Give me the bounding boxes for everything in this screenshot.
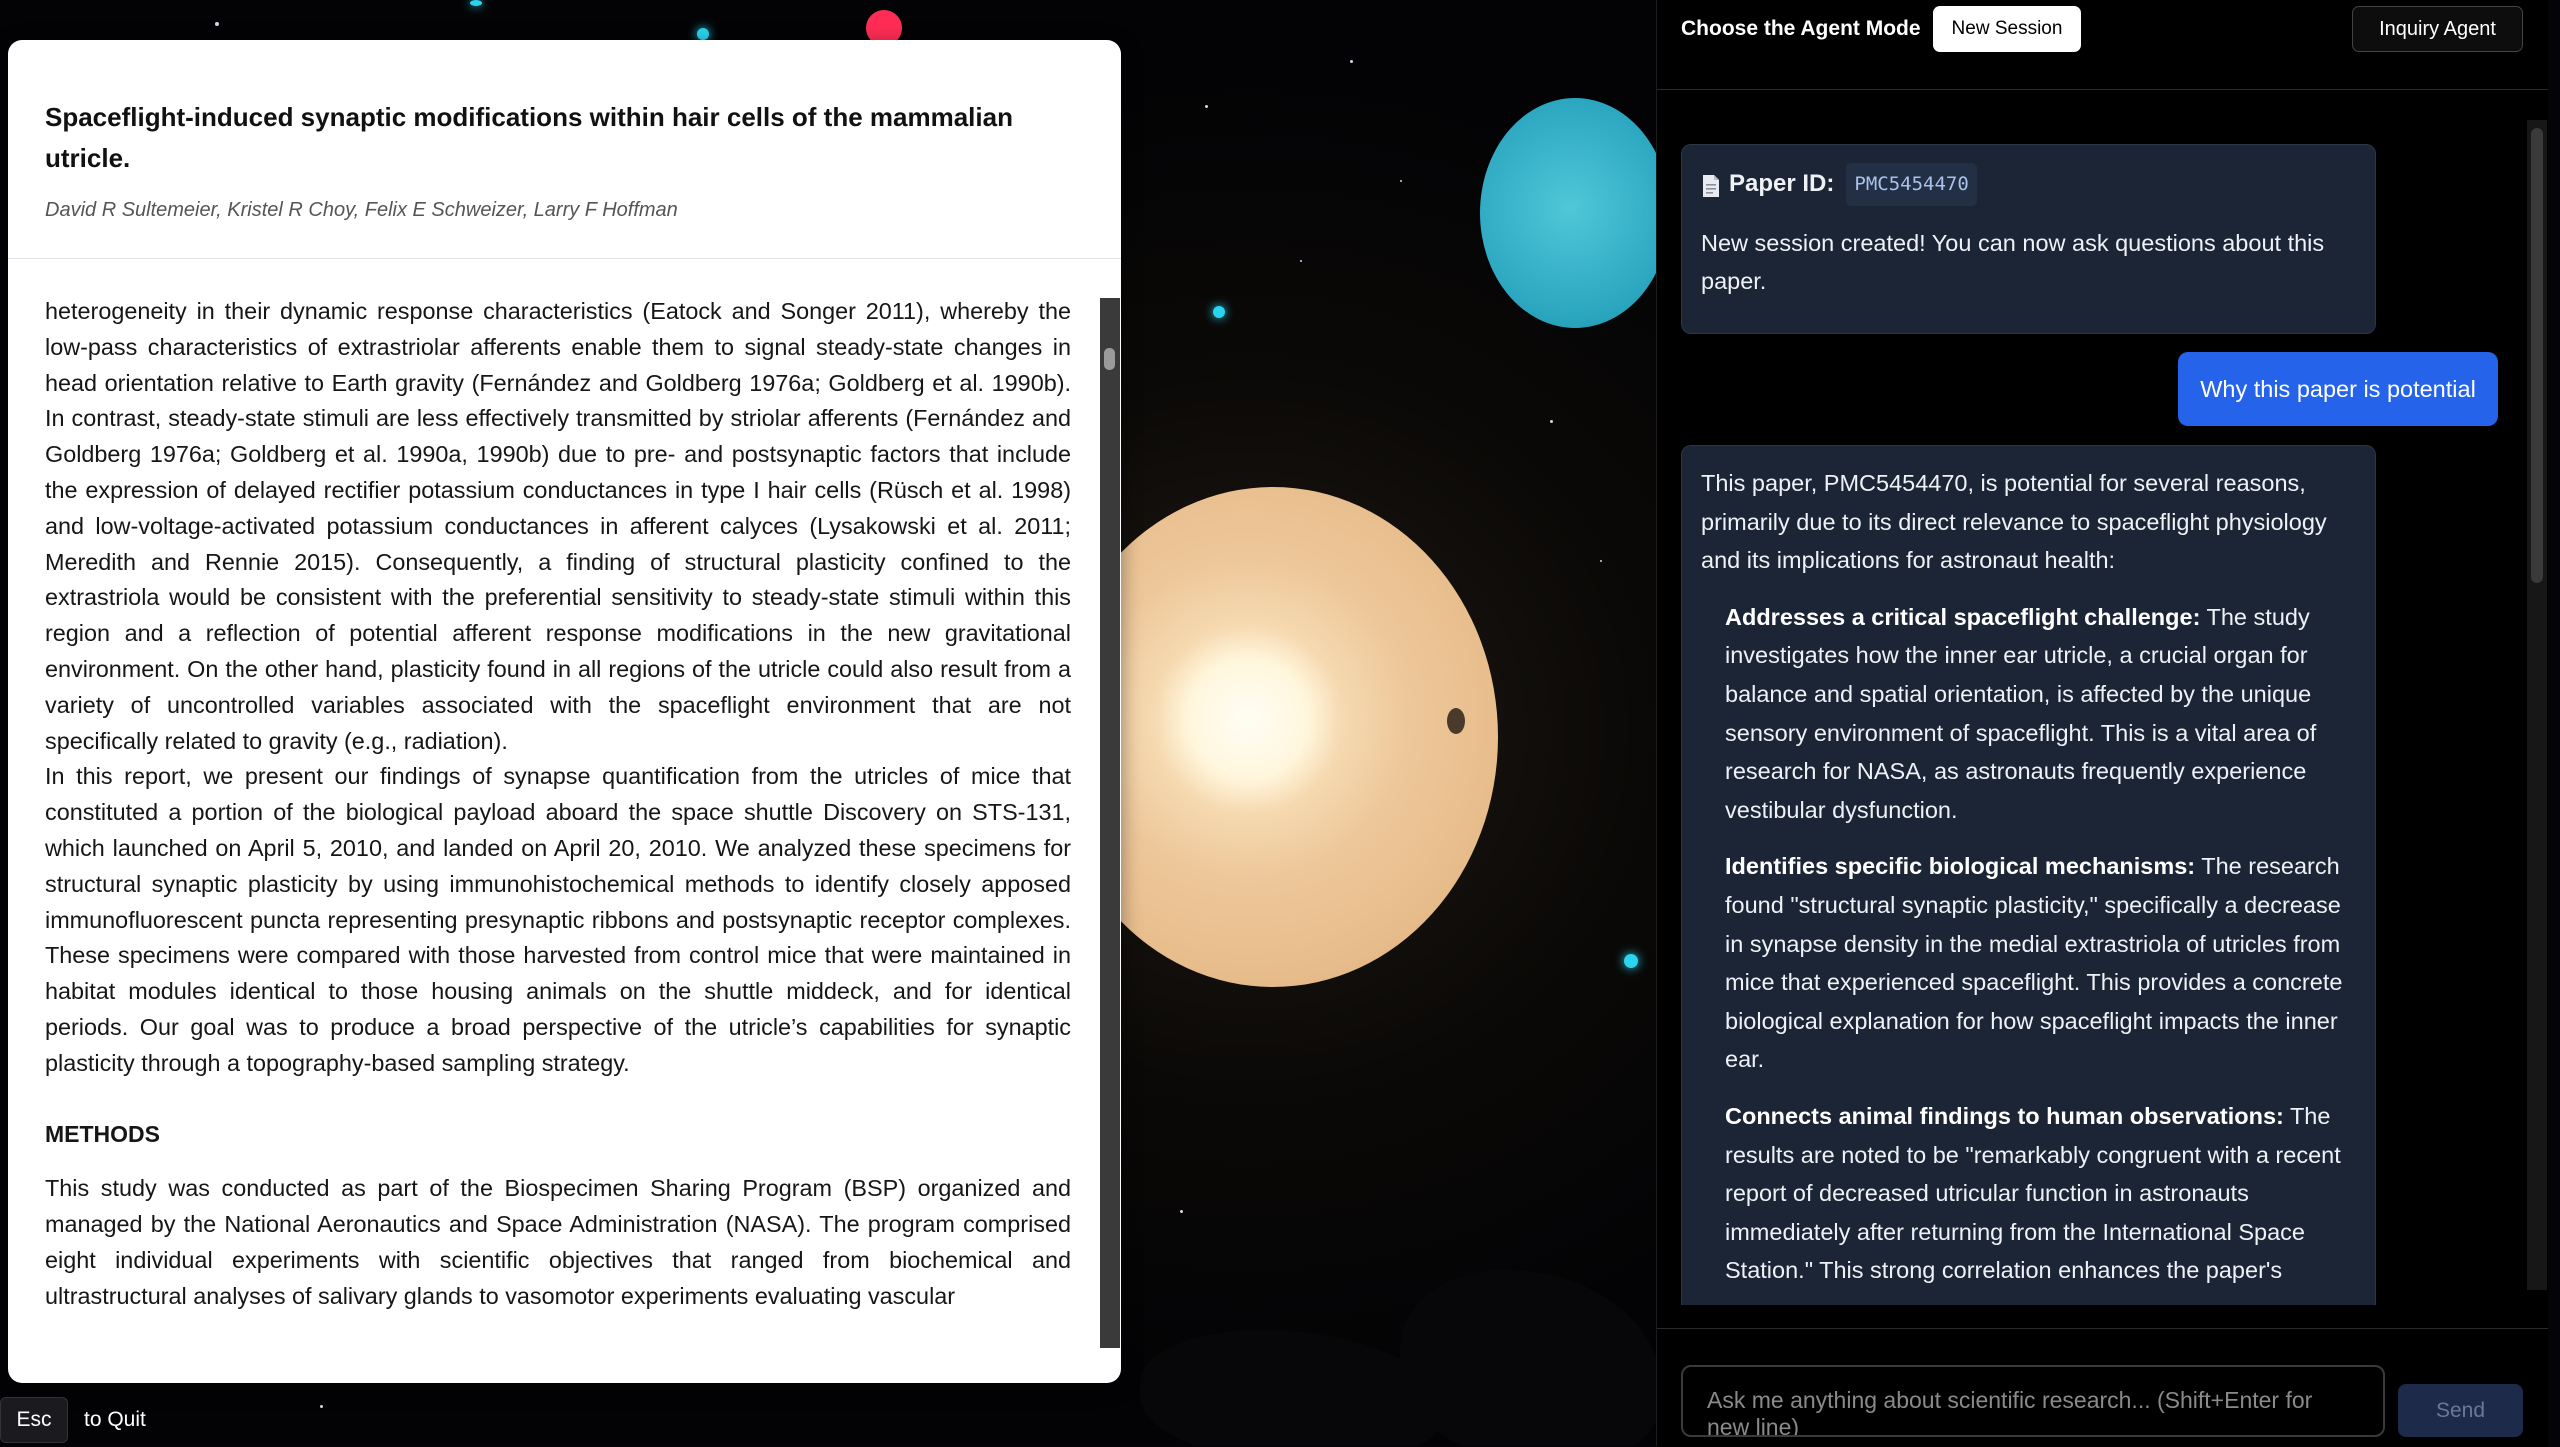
paper-scrollbar[interactable] [1100, 298, 1120, 1348]
assistant-point: Addresses a critical spaceflight challen… [1725, 598, 2356, 830]
paper-paragraph: This study was conducted as part of the … [45, 1175, 1071, 1309]
paper-authors: David R Sultemeier, Kristel R Choy, Feli… [45, 199, 678, 221]
paper-paragraph: In this report, we present our findings … [45, 763, 1071, 1076]
assistant-message: This paper, PMC5454470, is potential for… [1681, 445, 2376, 1305]
document-icon [1701, 172, 1721, 198]
chat-input[interactable] [1681, 1365, 2385, 1437]
paper-id-value: PMC5454470 [1846, 163, 1977, 206]
moon-small [1447, 708, 1465, 734]
system-message-text: New session created! You can now ask que… [1701, 229, 2325, 295]
quit-label: to Quit [84, 1408, 146, 1431]
user-message: Why this paper is potential [2178, 352, 2498, 426]
paper-id-row: Paper ID: PMC5454470 [1701, 163, 2356, 206]
point-text: The results are noted to be "remarkably … [1725, 1102, 2341, 1284]
point-title: Connects animal findings to human observ… [1725, 1102, 2284, 1129]
paper-paragraph: heterogeneity in their dynamic response … [45, 298, 1071, 754]
assistant-intro: This paper, PMC5454470, is potential for… [1701, 470, 2327, 574]
paper-header: Spaceflight-induced synaptic modificatio… [8, 40, 1121, 259]
paper-panel: Spaceflight-induced synaptic modificatio… [8, 40, 1121, 1383]
inquiry-agent-button[interactable]: Inquiry Agent [2352, 6, 2523, 52]
point-text: The study investigates how the inner ear… [1725, 603, 2317, 823]
chat-header: Choose the Agent Mode New Session Inquir… [1657, 0, 2548, 90]
point-title: Addresses a critical spaceflight challen… [1725, 603, 2201, 630]
chat-panel: Choose the Agent Mode New Session Inquir… [1656, 0, 2548, 1447]
point-text: The research found "structural synaptic … [1725, 853, 2343, 1073]
agent-mode-label: Choose the Agent Mode [1681, 17, 1921, 40]
system-message: Paper ID: PMC5454470 New session created… [1681, 144, 2376, 334]
chat-scrollbar-thumb[interactable] [2531, 128, 2543, 583]
planet-blue [1480, 98, 1660, 328]
section-heading-methods: METHODS [45, 1120, 160, 1147]
chat-input-bar: Send [1657, 1328, 2548, 1447]
paper-scrollbar-thumb[interactable] [1104, 348, 1115, 370]
assistant-point: Identifies specific biological mechanism… [1725, 847, 2356, 1079]
assistant-point: Connects animal findings to human observ… [1725, 1097, 2356, 1290]
send-button[interactable]: Send [2398, 1384, 2523, 1437]
new-session-button[interactable]: New Session [1933, 6, 2081, 52]
paper-id-label: Paper ID: [1729, 170, 1835, 197]
point-title: Identifies specific biological mechanism… [1725, 853, 2196, 880]
paper-title: Spaceflight-induced synaptic modificatio… [45, 102, 1013, 173]
esc-key-hint: Esc [0, 1397, 68, 1443]
paper-body[interactable]: heterogeneity in their dynamic response … [45, 294, 1071, 1374]
